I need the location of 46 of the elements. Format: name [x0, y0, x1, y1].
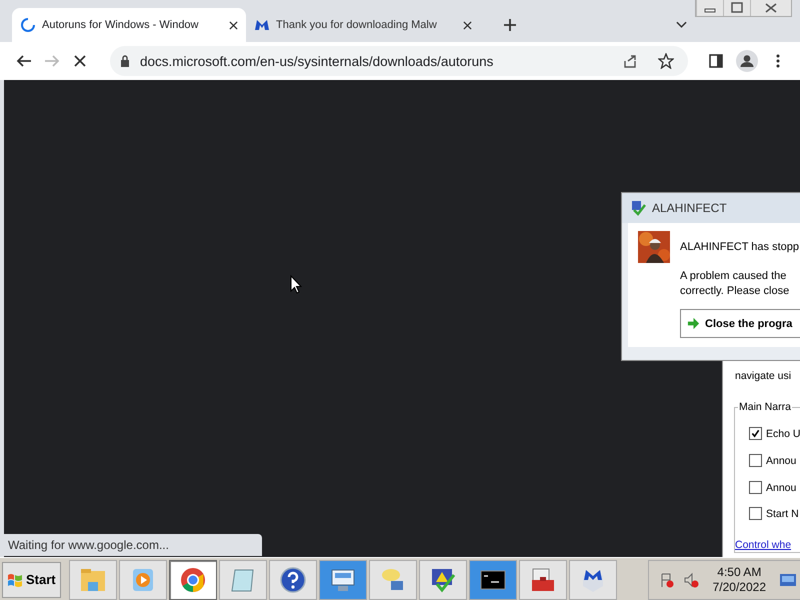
taskbar-button[interactable]: [568, 560, 617, 600]
star-icon[interactable]: [658, 53, 674, 69]
error-heading: ALAHINFECT has stopp: [680, 241, 800, 253]
chrome-icon: [178, 566, 207, 594]
help-icon: [278, 566, 307, 594]
new-tab-icon[interactable]: [504, 19, 516, 31]
browser-tab[interactable]: Thank you for downloading Malw: [246, 8, 480, 42]
checkbox[interactable]: [749, 454, 762, 467]
narrator-text: navigate usi: [735, 370, 792, 382]
arrow-icon: [687, 317, 700, 330]
window-title: ALAHINFECT: [652, 201, 727, 215]
loading-spinner-icon: [20, 17, 36, 33]
taskbar-button[interactable]: [168, 560, 217, 600]
checkbox[interactable]: [749, 427, 762, 440]
stop-icon[interactable]: [72, 53, 88, 69]
start-button[interactable]: Start: [2, 562, 61, 598]
checkbox-label: Annou: [766, 454, 796, 466]
browser-tab[interactable]: Autoruns for Windows - Window: [12, 8, 246, 42]
profile-icon[interactable]: [736, 50, 758, 72]
show-desktop-icon[interactable]: [780, 574, 796, 586]
close-icon[interactable]: [463, 20, 472, 30]
flag-error-icon: [658, 572, 675, 588]
address-bar[interactable]: docs.microsoft.com/en-us/sysinternals/downloads/autoruns: [110, 46, 688, 76]
back-icon[interactable]: [16, 53, 32, 69]
link[interactable]: Control whe: [735, 539, 792, 551]
speaker-muted-icon: [682, 572, 699, 588]
checkbox-label: Echo U: [766, 428, 800, 440]
m-logo-icon: [254, 17, 270, 33]
error-message: A problem caused the correctly. Please close: [680, 269, 790, 299]
taskbar-button[interactable]: [418, 560, 467, 600]
taskbar-button[interactable]: [468, 560, 517, 600]
chevron-down-icon[interactable]: [676, 21, 687, 29]
taskbar-button[interactable]: [268, 560, 317, 600]
checkbox[interactable]: [749, 507, 762, 520]
cursor-icon: [290, 275, 302, 294]
checkbox-label: Start N: [766, 508, 799, 520]
checkbox-label: Annou: [766, 482, 796, 494]
checkbox[interactable]: [749, 481, 762, 494]
share-icon[interactable]: [622, 53, 638, 69]
close-program-button[interactable]: Close the progra: [680, 309, 800, 338]
app-icon: [630, 200, 646, 216]
windows-logo-icon: [7, 572, 23, 588]
lock-icon: [120, 55, 130, 67]
close-icon[interactable]: [229, 20, 238, 30]
group-label: Main Narra: [738, 401, 792, 413]
side-panel-icon[interactable]: [708, 53, 724, 69]
